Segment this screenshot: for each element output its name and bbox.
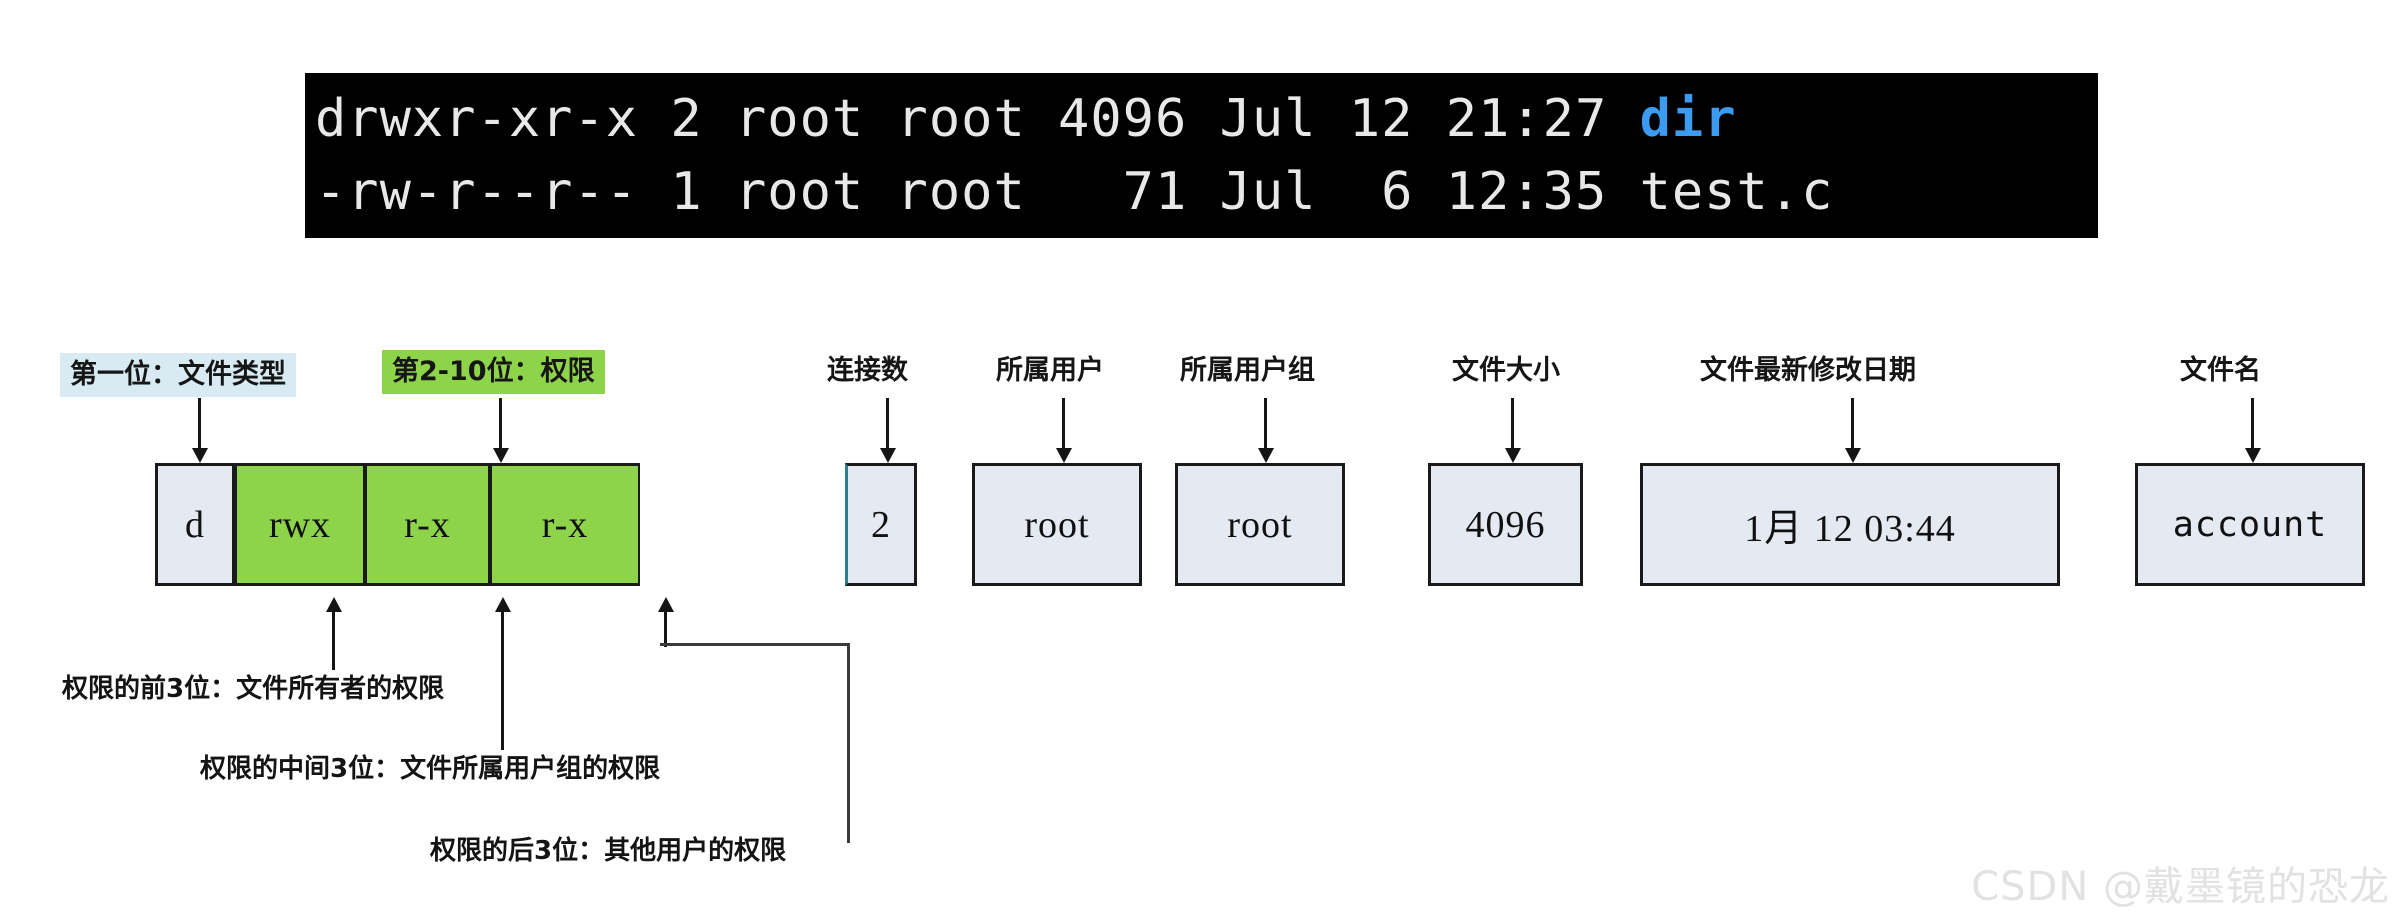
arrow-down-owner <box>1056 398 1072 463</box>
terminal-output-panel: drwxr-xr-x 2 root root 4096 Jul 12 21:27… <box>305 73 2098 238</box>
box-perm-owner: rwx <box>235 463 365 586</box>
box-mtime: 1月 12 03:44 <box>1640 463 2060 586</box>
box-perm-other: r-x <box>490 463 640 586</box>
elbow-vertical-segment <box>847 643 850 843</box>
arrow-down-filename <box>2245 398 2261 463</box>
box-filename: account <box>2135 463 2365 586</box>
box-link-count: 2 <box>845 463 917 586</box>
arrow-down-link-count <box>880 398 896 463</box>
arrow-up-owner-bits <box>326 597 342 670</box>
annotation-other-bits: 权限的后3位：其他用户的权限 <box>430 836 787 866</box>
header-size: 文件大小 <box>1452 355 1560 386</box>
terminal-dir-name: dir <box>1639 89 1737 149</box>
header-file-type: 第一位：文件类型 <box>60 353 296 397</box>
terminal-line-file: -rw-r--r-- 1 root root 71 Jul 6 12:35 te… <box>315 162 1834 222</box>
box-size: 4096 <box>1428 463 1583 586</box>
header-mtime: 文件最新修改日期 <box>1700 355 1916 386</box>
box-perm-group: r-x <box>365 463 490 586</box>
arrow-down-file-type <box>192 398 208 463</box>
header-owner: 所属用户 <box>996 355 1104 386</box>
terminal-line-dir: drwxr-xr-x 2 root root 4096 Jul 12 21:27… <box>305 73 2098 156</box>
box-owner: root <box>972 463 1142 586</box>
arrow-down-permissions <box>493 398 509 463</box>
box-file-type: d <box>155 463 235 586</box>
header-filename: 文件名 <box>2180 355 2261 386</box>
csdn-watermark: CSDN @戴墨镜的恐龙 <box>1971 864 2390 910</box>
header-group: 所属用户组 <box>1180 355 1315 386</box>
annotation-group-bits: 权限的中间3位：文件所属用户组的权限 <box>200 754 661 784</box>
terminal-line-dir-prefix: drwxr-xr-x 2 root root 4096 Jul 12 21:27 <box>315 89 1640 149</box>
header-link-count: 连接数 <box>827 355 908 386</box>
arrow-down-size <box>1505 398 1521 463</box>
arrow-up-group-bits <box>495 597 511 750</box>
header-permissions: 第2-10位：权限 <box>382 350 605 394</box>
arrow-down-group <box>1258 398 1274 463</box>
arrow-down-mtime <box>1845 398 1861 463</box>
arrow-up-other-bits <box>658 597 674 647</box>
elbow-horizontal-segment <box>660 643 850 646</box>
box-group: root <box>1175 463 1345 586</box>
annotation-owner-bits: 权限的前3位：文件所有者的权限 <box>62 674 445 704</box>
